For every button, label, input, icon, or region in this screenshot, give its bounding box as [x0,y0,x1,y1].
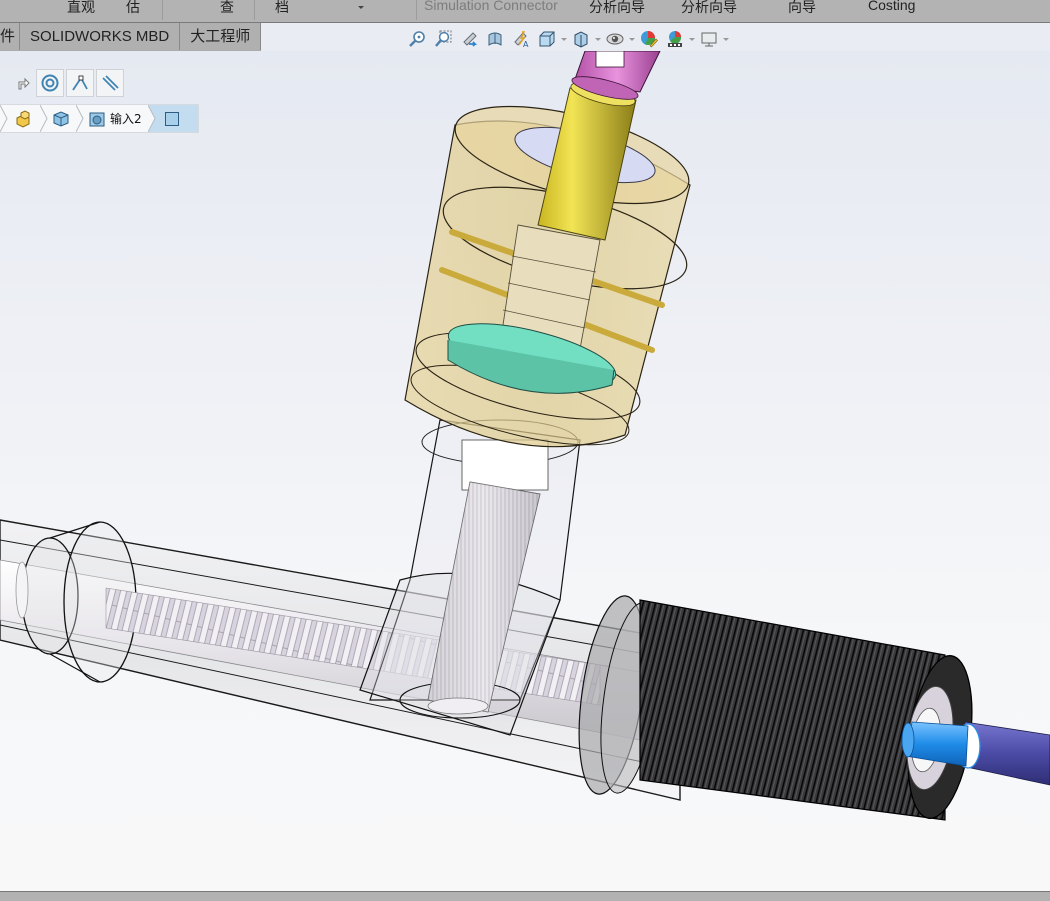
ribbon-item-simulation-connector[interactable]: Simulation Connector [424,0,558,13]
display-style-dropdown-icon[interactable] [594,28,602,50]
part-icon [53,110,69,127]
breadcrumb: 输入2 [0,104,199,133]
breadcrumb-label: 输入2 [110,112,142,126]
ribbon-item-analysis-wizard-1[interactable]: 分析向导 [589,0,645,17]
view-settings-dropdown-icon[interactable] [722,28,730,50]
ribbon-divider [162,0,163,20]
tab-parts[interactable]: 件 [0,23,21,50]
ribbon-item-estimate[interactable]: 估 [126,0,140,17]
breadcrumb-item-feature[interactable]: 输入2 [76,105,148,132]
zoom-to-area-icon[interactable] [430,28,456,50]
breadcrumb-item-face[interactable] [147,105,198,132]
edit-appearance-icon[interactable] [636,28,662,50]
previous-view-icon[interactable] [456,28,482,50]
command-manager-tabs: 件 SOLIDWORKS MBD 大工程师 [0,23,262,51]
dynamic-annotation-view-icon[interactable]: A [508,28,534,50]
ribbon-divider [254,0,255,20]
breadcrumb-separator-icon [76,105,84,132]
display-style-icon[interactable] [568,28,594,50]
section-view-icon[interactable] [482,28,508,50]
breadcrumb-item-part[interactable] [40,105,80,132]
feature-icon [89,112,105,126]
command-manager-ribbon: 直观 估 查 档 Simulation Connector 分析向导 分析向导 … [0,0,1050,23]
ribbon-item-check[interactable]: 查 [220,0,234,17]
tab-engineer[interactable]: 大工程师 [180,23,262,50]
context-toolbar [14,69,124,97]
tab-solidworks-mbd[interactable]: SOLIDWORKS MBD [20,23,181,50]
breadcrumb-separator-icon [0,105,8,132]
ribbon-item-analysis-wizard-2[interactable]: 分析向导 [681,0,737,17]
ribbon-divider [416,0,417,20]
apply-scene-dropdown-icon[interactable] [688,28,696,50]
hide-show-items-icon[interactable] [602,28,628,50]
breadcrumb-item-assembly[interactable] [0,105,44,132]
view-orientation-icon[interactable] [534,28,560,50]
filter-arrow-icon[interactable] [14,69,34,97]
apply-scene-icon[interactable] [662,28,688,50]
filter-faces-icon[interactable] [96,69,124,97]
heads-up-view-toolbar: A [404,27,730,51]
zoom-to-fit-icon[interactable] [404,28,430,50]
graphics-area[interactable] [0,51,1050,891]
breadcrumb-separator-icon [40,105,48,132]
view-settings-icon[interactable] [696,28,722,50]
hide-show-dropdown-icon[interactable] [628,28,636,50]
ribbon-item-wizard[interactable]: 向导 [788,0,816,17]
ribbon-item-costing[interactable]: Costing [868,0,915,13]
breadcrumb-separator-icon [147,105,156,132]
model-render[interactable] [0,51,1050,891]
face-icon [164,111,179,126]
ribbon-item-intuitive[interactable]: 直观 [67,0,95,17]
assembly-icon [16,109,30,128]
valve-housing[interactable] [404,87,698,461]
ribbon-item-document[interactable]: 档 [275,0,289,17]
svg-text:A: A [523,40,529,48]
view-orientation-dropdown-icon[interactable] [560,28,568,50]
filter-vertices-icon[interactable] [66,69,94,97]
filter-edges-icon[interactable] [36,69,64,97]
ribbon-dropdown-caret-icon[interactable] [358,6,364,9]
